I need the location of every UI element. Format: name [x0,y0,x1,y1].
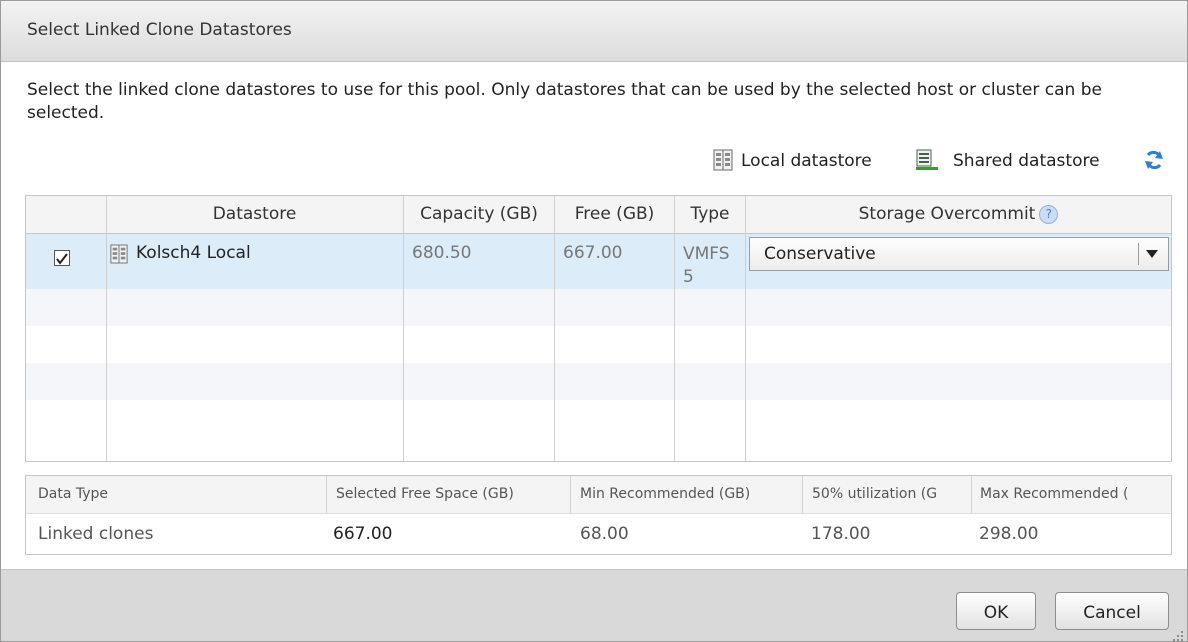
local-datastore-icon [713,149,733,175]
resize-grip-icon[interactable] [1172,627,1184,641]
summary-table-header: Data Type Selected Free Space (GB) Min R… [26,476,1171,514]
datastore-capacity: 680.50 [412,243,472,263]
column-header-capacity[interactable]: Capacity (GB) [404,196,554,233]
summary-min-recommended: 68.00 [580,524,629,544]
shared-datastore-icon [915,149,939,175]
refresh-icon[interactable] [1142,148,1166,176]
column-header-type[interactable]: Type [675,196,745,233]
help-icon[interactable]: ? [1039,204,1059,224]
dialog-footer: OK Cancel [1,569,1187,641]
summary-header-data-type: Data Type [38,486,109,502]
datastore-type: VMFS 5 [683,243,730,289]
datastore-select-checkbox[interactable] [54,250,70,266]
datastore-name: Kolsch4 Local [136,243,251,263]
column-header-storage-overcommit[interactable]: Storage Overcommit? [746,196,1171,233]
dropdown-arrow-icon[interactable] [1146,250,1158,258]
dialog-description: Select the linked clone datastores to us… [27,80,1102,123]
cancel-button[interactable]: Cancel [1055,592,1169,630]
ok-button[interactable]: OK [956,592,1036,630]
datastore-table-header: Datastore Capacity (GB) Free (GB) Type S… [26,196,1171,234]
summary-header-selected-free: Selected Free Space (GB) [336,486,514,502]
dialog-title: Select Linked Clone Datastores [27,20,292,40]
column-header-free[interactable]: Free (GB) [555,196,674,233]
datastore-free: 667.00 [563,243,623,263]
datastore-type-line2: 5 [683,267,694,287]
datastore-table: Datastore Capacity (GB) Free (GB) Type S… [25,195,1172,462]
empty-row [26,289,1171,326]
local-datastore-legend-label: Local datastore [741,151,872,171]
datastore-type-line1: VMFS [683,244,730,264]
shared-datastore-legend-label: Shared datastore [953,151,1100,171]
dialog-titlebar[interactable]: Select Linked Clone Datastores [1,1,1187,62]
datastore-legend: Local datastore Shared datastore [1,147,1187,175]
empty-row [26,363,1171,400]
storage-overcommit-value: Conservative [764,244,876,264]
summary-selected-free: 667.00 [333,524,393,544]
summary-max-recommended: 298.00 [979,524,1039,544]
local-datastore-icon [110,244,128,269]
select-linked-clone-datastores-dialog: Select Linked Clone Datastores Select th… [0,0,1188,642]
storage-overcommit-header-label: Storage Overcommit [858,204,1036,224]
summary-data-type: Linked clones [38,524,154,544]
column-header-datastore[interactable]: Datastore [106,196,403,233]
summary-table: Data Type Selected Free Space (GB) Min R… [25,475,1172,555]
summary-header-max-recommended: Max Recommended ( [980,486,1129,502]
storage-overcommit-select[interactable]: Conservative [749,237,1169,271]
summary-header-min-recommended: Min Recommended (GB) [580,486,751,502]
summary-50-utilization: 178.00 [811,524,871,544]
summary-header-50-utilization: 50% utilization (G [812,486,938,502]
